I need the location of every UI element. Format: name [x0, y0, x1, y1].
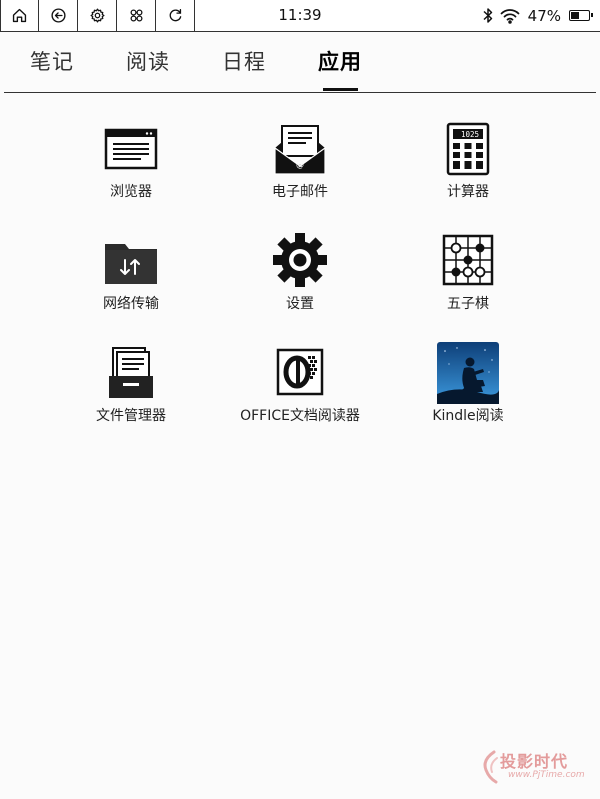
svg-text:1025: 1025 [461, 130, 479, 139]
office-reader-icon [276, 348, 324, 396]
app-gomoku[interactable]: 五子棋 [388, 222, 548, 322]
kindle-reader-icon [437, 342, 499, 404]
watermark-url: www.PjTime.com [508, 770, 585, 780]
tab-notes[interactable]: 笔记 [30, 46, 74, 76]
settings-gear-icon [273, 233, 327, 287]
app-settings[interactable]: 设置 [220, 222, 380, 322]
watermark-logo-icon [483, 750, 498, 784]
calculator-icon: 1025 [446, 122, 490, 176]
app-email[interactable]: @ 电子邮件 [220, 110, 380, 210]
watermark-text: 投影时代 [500, 752, 569, 771]
app-file-manager[interactable]: 文件管理器 [51, 334, 211, 434]
app-label: 文件管理器 [96, 408, 166, 424]
top-tabs: 笔记 阅读 日程 应用 [0, 32, 600, 94]
gomoku-board-icon [442, 234, 494, 286]
app-label: 计算器 [447, 184, 489, 200]
bluetooth-icon [483, 8, 492, 23]
app-label: 设置 [286, 296, 314, 312]
file-manager-icon [109, 347, 153, 398]
app-label: 电子邮件 [272, 184, 328, 200]
app-office-reader[interactable]: OFFICE文档阅读器 [220, 334, 380, 434]
back-button[interactable] [39, 0, 78, 31]
tab-schedule[interactable]: 日程 [222, 46, 266, 76]
app-kindle[interactable]: Kindle阅读 [388, 334, 548, 434]
app-label: Kindle阅读 [432, 408, 504, 424]
app-network-transfer[interactable]: 网络传输 [51, 222, 211, 322]
home-button[interactable] [0, 0, 39, 31]
app-label: 网络传输 [103, 296, 159, 312]
home-icon [12, 8, 26, 23]
active-tab-indicator [323, 88, 358, 91]
app-browser[interactable]: 浏览器 [51, 110, 211, 210]
battery-icon [569, 10, 593, 21]
tab-reading[interactable]: 阅读 [126, 46, 170, 76]
app-label: 五子棋 [447, 296, 489, 312]
back-icon [50, 8, 66, 23]
app-calculator[interactable]: 1025 计算器 [388, 110, 548, 210]
status-indicators: 47% [482, 0, 593, 31]
app-label: 浏览器 [110, 184, 152, 200]
settings-button[interactable] [78, 0, 117, 31]
tab-apps[interactable]: 应用 [318, 46, 362, 76]
watermark: 投影时代 www.PjTime.com [480, 748, 590, 790]
app-label: OFFICE文档阅读器 [240, 408, 360, 424]
battery-level-fill [571, 12, 579, 19]
svg-text:@: @ [296, 160, 304, 169]
settings-gear-icon [89, 8, 105, 23]
status-bar: 11:39 47% [0, 0, 600, 32]
apps-icon [130, 9, 142, 22]
email-icon: @ [274, 125, 326, 175]
browser-icon [104, 128, 158, 170]
tabs-divider [4, 92, 596, 93]
apps-button[interactable] [117, 0, 156, 31]
battery-percent: 47% [527, 6, 561, 25]
clock: 11:39 [278, 6, 322, 24]
refresh-button[interactable] [156, 0, 195, 31]
wifi-icon [500, 8, 520, 24]
network-transfer-folder-icon [105, 244, 157, 284]
refresh-icon [169, 9, 181, 22]
